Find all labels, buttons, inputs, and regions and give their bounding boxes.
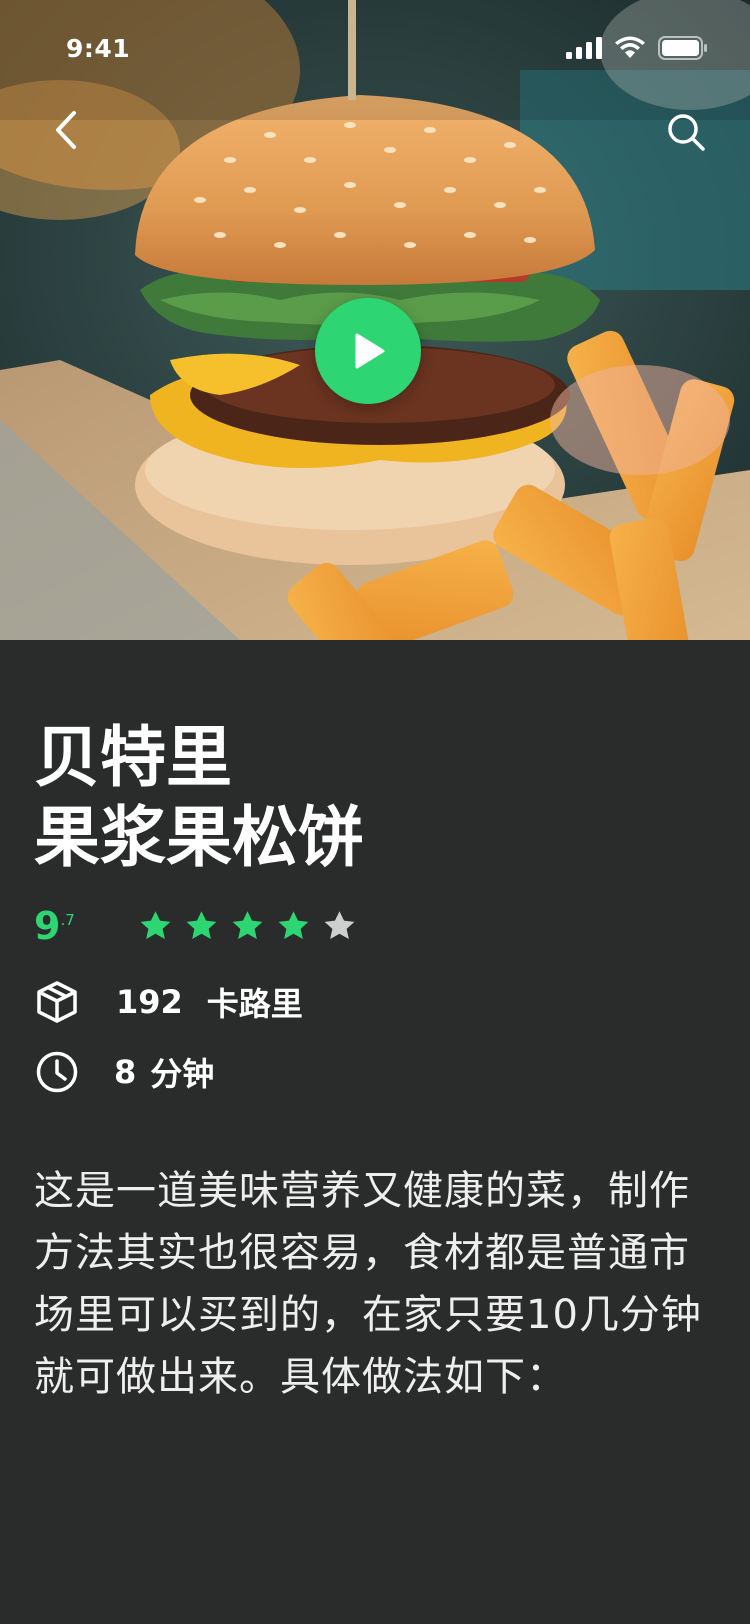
time-row: 8 分钟 — [34, 1044, 716, 1100]
play-icon — [355, 333, 385, 369]
package-icon — [34, 979, 80, 1025]
calories-unit: 卡路里 — [206, 985, 303, 1023]
back-button[interactable] — [40, 104, 92, 156]
status-time: 9:41 — [66, 33, 131, 63]
cellular-signal-icon — [566, 37, 602, 59]
play-video-button[interactable] — [315, 298, 421, 404]
wifi-icon — [615, 36, 645, 58]
status-bar: 9:41 — [0, 0, 750, 96]
clock-icon — [34, 1049, 80, 1095]
recipe-title: 贝特里 果浆果松饼 — [34, 718, 716, 878]
recipe-title-line-2: 果浆果松饼 — [34, 799, 364, 876]
search-button[interactable] — [662, 108, 710, 156]
recipe-title-line-1: 贝特里 — [34, 719, 232, 796]
battery-icon — [658, 36, 707, 60]
star-filled-icon — [140, 910, 171, 939]
rating-row: 9 .7 — [34, 898, 716, 954]
rating-score-decimal: .7 — [60, 911, 75, 929]
calories-value: 192 — [116, 983, 183, 1021]
star-filled-icon — [186, 910, 217, 939]
recipe-content: 贝特里 果浆果松饼 9 .7 192 卡路里 8 分钟 这是一道美味营养又健康的… — [0, 640, 750, 1624]
rating-score-main: 9 — [34, 904, 61, 948]
star-empty-icon — [324, 910, 355, 939]
star-filled-icon — [232, 910, 263, 939]
search-icon — [668, 114, 705, 151]
calories-row: 192 卡路里 — [34, 974, 716, 1030]
star-rating — [138, 909, 357, 944]
chevron-left-icon — [56, 111, 76, 149]
rating-score: 9 .7 — [34, 905, 106, 947]
time-unit: 分钟 — [150, 1055, 215, 1093]
status-icons — [566, 36, 708, 60]
recipe-detail-screen: 9:41 贝特里 果浆果松饼 9 .7 192 卡路里 8 分钟 这是一道美味营… — [0, 0, 750, 1624]
time-value: 8 — [114, 1053, 137, 1091]
recipe-description: 这是一道美味营养又健康的菜，制作方法其实也很容易，食材都是普通市场里可以买到的，… — [34, 1168, 702, 1400]
hero-image: 9:41 — [0, 0, 750, 640]
star-filled-icon — [278, 910, 309, 939]
